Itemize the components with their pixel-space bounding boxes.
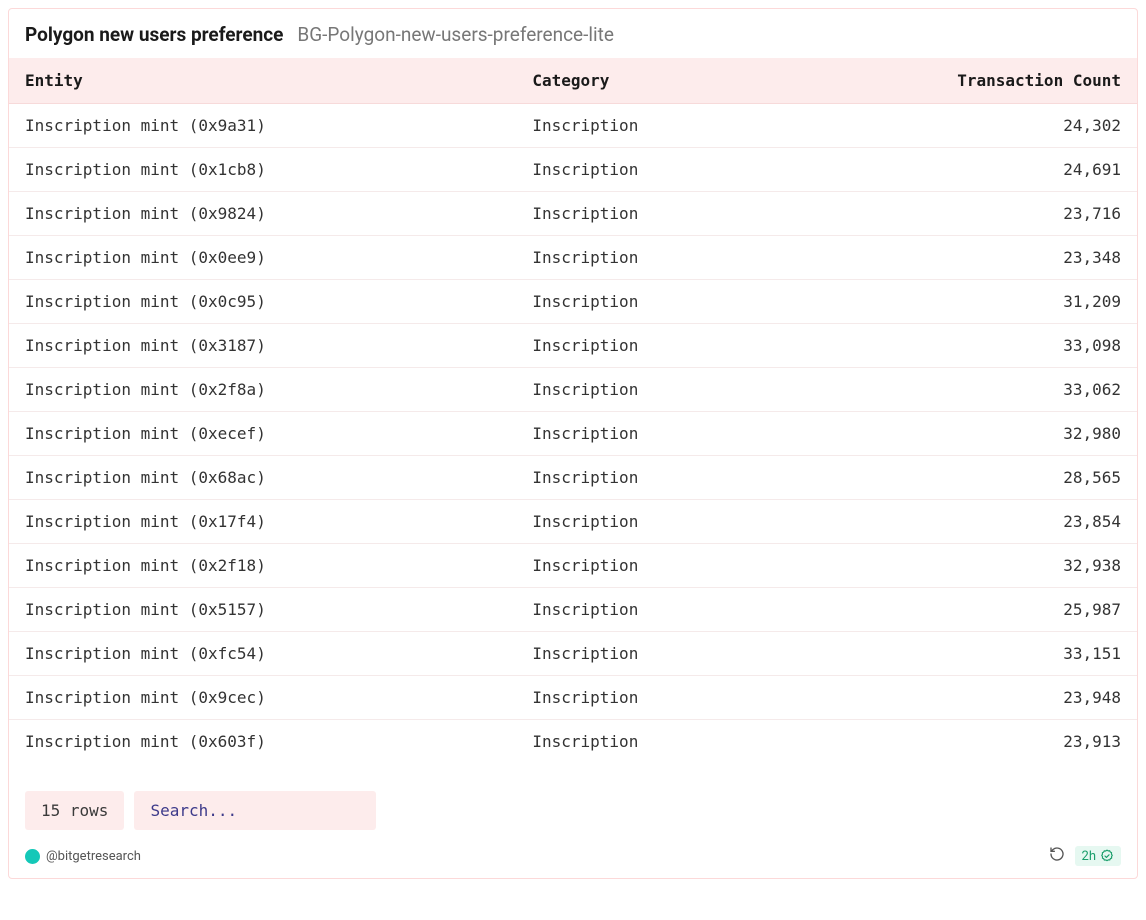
cell-category: Inscription: [516, 676, 773, 720]
cell-entity: Inscription mint (0x68ac): [9, 456, 516, 500]
cell-category: Inscription: [516, 104, 773, 148]
cell-category: Inscription: [516, 368, 773, 412]
cell-count: 33,098: [773, 324, 1137, 368]
table-row[interactable]: Inscription mint (0x3187)Inscription33,0…: [9, 324, 1137, 368]
search-input[interactable]: [150, 801, 360, 820]
cell-entity: Inscription mint (0x0c95): [9, 280, 516, 324]
status-area: 2h: [1049, 846, 1121, 866]
cell-count: 23,716: [773, 192, 1137, 236]
table-row[interactable]: Inscription mint (0x68ac)Inscription28,5…: [9, 456, 1137, 500]
cell-entity: Inscription mint (0x17f4): [9, 500, 516, 544]
col-category[interactable]: Category: [516, 58, 773, 104]
bottom-bar: @bitgetresearch 2h: [9, 840, 1137, 878]
cell-entity: Inscription mint (0x3187): [9, 324, 516, 368]
cell-count: 32,980: [773, 412, 1137, 456]
cell-count: 23,913: [773, 720, 1137, 764]
cell-entity: Inscription mint (0x603f): [9, 720, 516, 764]
cell-category: Inscription: [516, 544, 773, 588]
cell-category: Inscription: [516, 192, 773, 236]
table-row[interactable]: Inscription mint (0x9cec)Inscription23,9…: [9, 676, 1137, 720]
cell-entity: Inscription mint (0x5157): [9, 588, 516, 632]
table-row[interactable]: Inscription mint (0x2f8a)Inscription33,0…: [9, 368, 1137, 412]
data-card: Polygon new users preference BG-Polygon-…: [8, 8, 1138, 879]
table-row[interactable]: Inscription mint (0x17f4)Inscription23,8…: [9, 500, 1137, 544]
cell-count: 24,691: [773, 148, 1137, 192]
age-badge[interactable]: 2h: [1075, 846, 1121, 866]
cell-entity: Inscription mint (0x1cb8): [9, 148, 516, 192]
cell-category: Inscription: [516, 720, 773, 764]
author-handle: @bitgetresearch: [46, 849, 141, 864]
refresh-button[interactable]: [1049, 846, 1065, 866]
card-title: Polygon new users preference: [25, 23, 283, 46]
cell-category: Inscription: [516, 236, 773, 280]
cell-entity: Inscription mint (0x9cec): [9, 676, 516, 720]
cell-entity: Inscription mint (0x2f18): [9, 544, 516, 588]
rows-count-label: 15 rows: [41, 801, 108, 820]
table-row[interactable]: Inscription mint (0x603f)Inscription23,9…: [9, 720, 1137, 764]
cell-entity: Inscription mint (0x0ee9): [9, 236, 516, 280]
table-row[interactable]: Inscription mint (0x5157)Inscription25,9…: [9, 588, 1137, 632]
cell-count: 24,302: [773, 104, 1137, 148]
table-row[interactable]: Inscription mint (0x9824)Inscription23,7…: [9, 192, 1137, 236]
data-table: Entity Category Transaction Count Inscri…: [9, 58, 1137, 763]
cell-count: 25,987: [773, 588, 1137, 632]
cell-category: Inscription: [516, 324, 773, 368]
table-header-row: Entity Category Transaction Count: [9, 58, 1137, 104]
cell-count: 28,565: [773, 456, 1137, 500]
footer-controls: 15 rows: [9, 763, 1137, 840]
cell-count: 31,209: [773, 280, 1137, 324]
cell-entity: Inscription mint (0xfc54): [9, 632, 516, 676]
col-transaction-count[interactable]: Transaction Count: [773, 58, 1137, 104]
card-subtitle: BG-Polygon-new-users-preference-lite: [297, 23, 614, 46]
card-header: Polygon new users preference BG-Polygon-…: [9, 9, 1137, 58]
table-row[interactable]: Inscription mint (0xecef)Inscription32,9…: [9, 412, 1137, 456]
cell-count: 32,938: [773, 544, 1137, 588]
table-row[interactable]: Inscription mint (0xfc54)Inscription33,1…: [9, 632, 1137, 676]
cell-category: Inscription: [516, 632, 773, 676]
table-row[interactable]: Inscription mint (0x1cb8)Inscription24,6…: [9, 148, 1137, 192]
author-link[interactable]: @bitgetresearch: [25, 849, 141, 864]
cell-category: Inscription: [516, 148, 773, 192]
cell-count: 33,062: [773, 368, 1137, 412]
search-pill[interactable]: [134, 791, 376, 830]
age-label: 2h: [1082, 850, 1096, 863]
cell-category: Inscription: [516, 456, 773, 500]
cell-entity: Inscription mint (0x9824): [9, 192, 516, 236]
cell-entity: Inscription mint (0xecef): [9, 412, 516, 456]
cell-category: Inscription: [516, 280, 773, 324]
table-row[interactable]: Inscription mint (0x0ee9)Inscription23,3…: [9, 236, 1137, 280]
avatar-icon: [25, 849, 40, 864]
cell-count: 23,948: [773, 676, 1137, 720]
refresh-icon: [1049, 846, 1065, 862]
rows-count-pill[interactable]: 15 rows: [25, 791, 124, 830]
table-row[interactable]: Inscription mint (0x2f18)Inscription32,9…: [9, 544, 1137, 588]
table-row[interactable]: Inscription mint (0x9a31)Inscription24,3…: [9, 104, 1137, 148]
cell-entity: Inscription mint (0x9a31): [9, 104, 516, 148]
cell-category: Inscription: [516, 588, 773, 632]
cell-count: 23,348: [773, 236, 1137, 280]
cell-category: Inscription: [516, 412, 773, 456]
verified-icon: [1100, 849, 1114, 863]
cell-count: 33,151: [773, 632, 1137, 676]
cell-entity: Inscription mint (0x2f8a): [9, 368, 516, 412]
cell-category: Inscription: [516, 500, 773, 544]
col-entity[interactable]: Entity: [9, 58, 516, 104]
cell-count: 23,854: [773, 500, 1137, 544]
table-row[interactable]: Inscription mint (0x0c95)Inscription31,2…: [9, 280, 1137, 324]
